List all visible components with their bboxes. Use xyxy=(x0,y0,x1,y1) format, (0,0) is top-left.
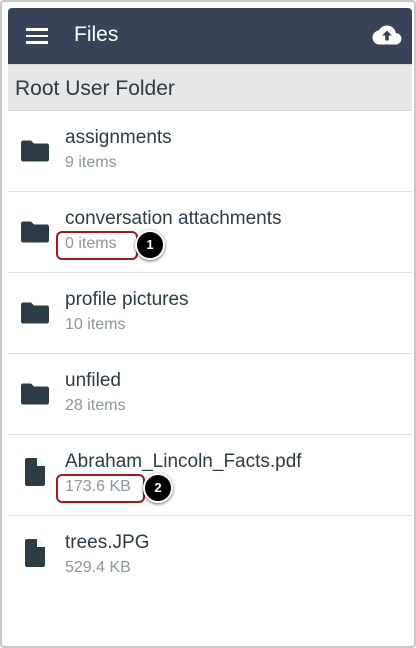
callout-badge: 2 xyxy=(143,473,173,503)
folder-icon xyxy=(21,302,49,324)
folder-icon xyxy=(21,140,49,162)
folder-icon xyxy=(21,221,49,243)
file-icon xyxy=(25,539,45,567)
file-icon xyxy=(25,458,45,486)
folder-item-conversation-attachments[interactable]: conversation attachments 0 items 1 xyxy=(8,192,412,273)
item-name: trees.JPG xyxy=(65,532,150,553)
callout-highlight-box xyxy=(56,474,145,503)
app-screen: Files Root User Folder assignments 9 ite… xyxy=(0,0,416,648)
app-bar: Files xyxy=(8,8,412,64)
hamburger-menu-icon[interactable] xyxy=(26,27,48,45)
folder-breadcrumb-header: Root User Folder xyxy=(8,64,412,111)
callout-badge: 1 xyxy=(135,230,165,260)
item-name: Abraham_Lincoln_Facts.pdf xyxy=(65,451,302,472)
file-item-trees-jpg[interactable]: trees.JPG 529.4 KB xyxy=(8,516,412,597)
item-name: conversation attachments xyxy=(65,208,282,229)
current-folder-title: Root User Folder xyxy=(15,77,175,100)
item-name: profile pictures xyxy=(65,289,189,310)
folder-item-assignments[interactable]: assignments 9 items xyxy=(8,111,412,192)
file-size: 529.4 KB xyxy=(65,559,131,576)
item-name: assignments xyxy=(65,127,172,148)
item-name: unfiled xyxy=(65,370,121,391)
item-count: 28 items xyxy=(65,397,126,414)
callout-highlight-box xyxy=(56,231,138,260)
file-list: assignments 9 items conversation attachm… xyxy=(8,111,412,597)
page-title: Files xyxy=(74,23,119,46)
file-item-abraham-lincoln-facts[interactable]: Abraham_Lincoln_Facts.pdf 173.6 KB 2 xyxy=(8,435,412,516)
folder-item-profile-pictures[interactable]: profile pictures 10 items xyxy=(8,273,412,354)
folder-item-unfiled[interactable]: unfiled 28 items xyxy=(8,354,412,435)
cloud-upload-icon[interactable] xyxy=(372,22,402,48)
folder-icon xyxy=(21,383,49,405)
item-count: 10 items xyxy=(65,316,126,333)
item-count: 9 items xyxy=(65,154,117,171)
